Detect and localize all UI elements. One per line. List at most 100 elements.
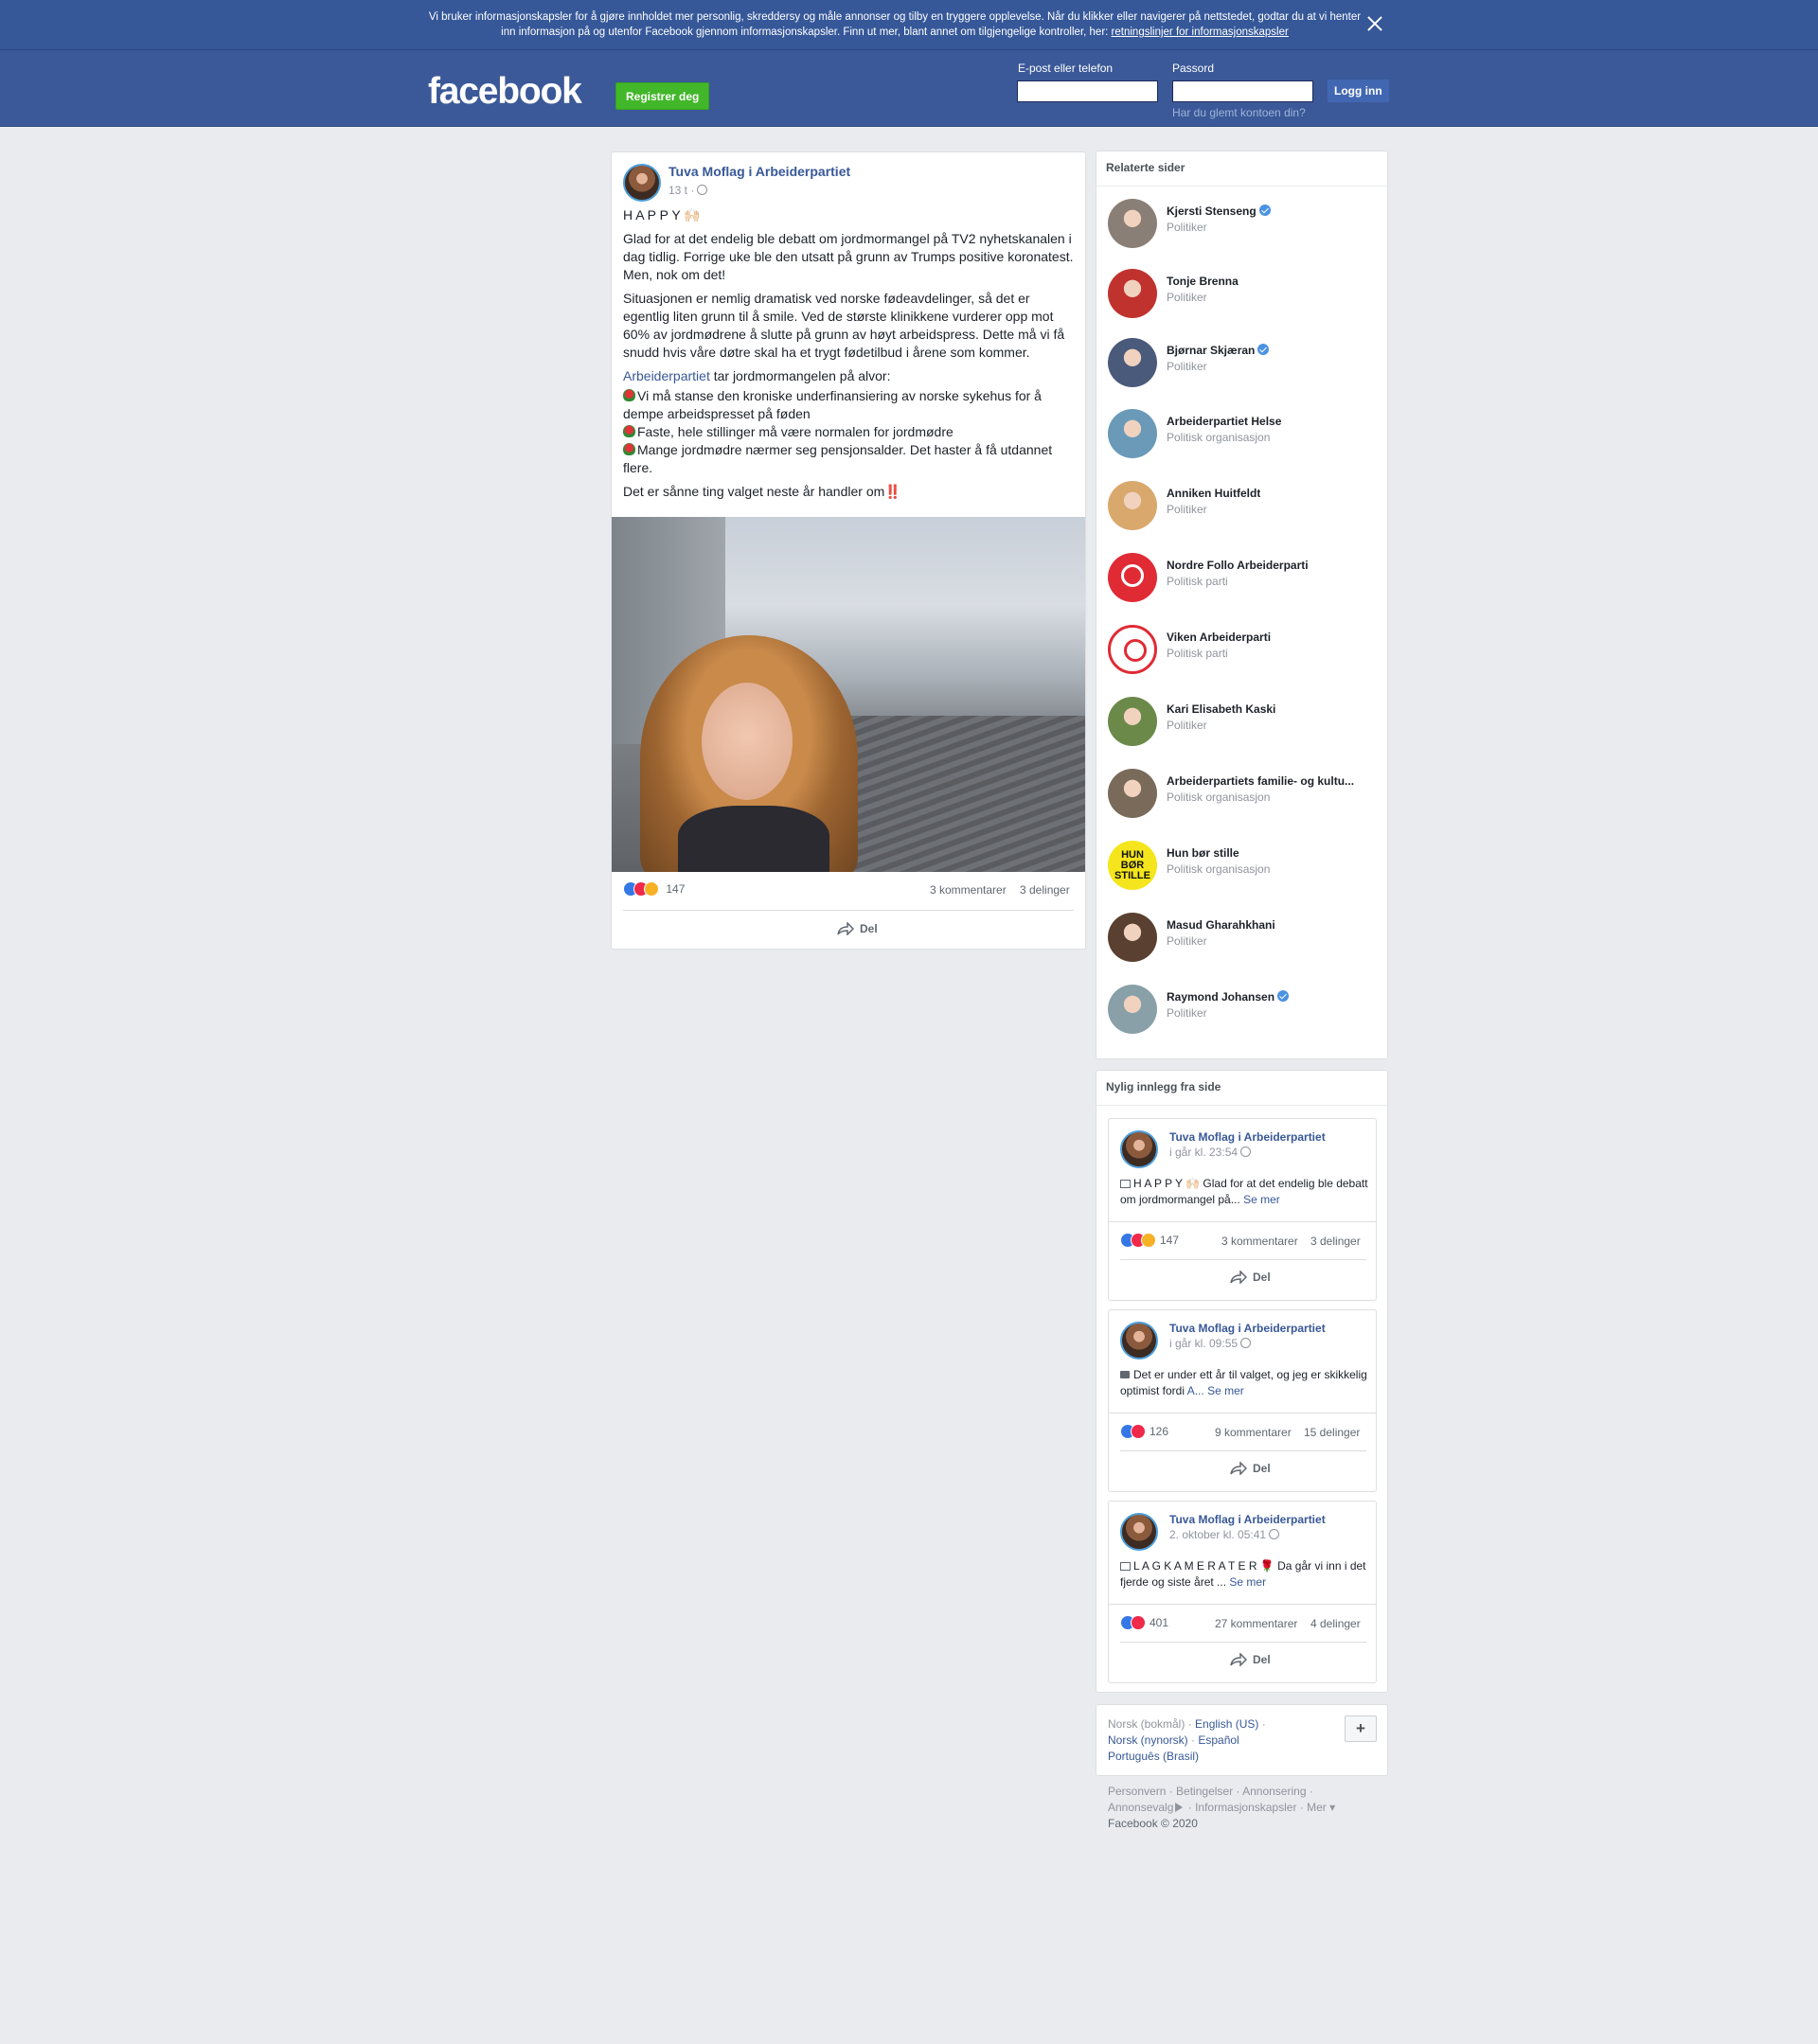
page-avatar[interactable] xyxy=(1108,409,1157,458)
share-button[interactable]: Del xyxy=(837,922,878,935)
page-name[interactable]: Tonje Brenna xyxy=(1167,275,1239,288)
rose-logo-icon xyxy=(1124,639,1147,662)
author-avatar[interactable] xyxy=(623,164,661,202)
reaction-summary[interactable]: 126 xyxy=(1120,1424,1168,1439)
page-name[interactable]: Viken Arbeiderparti xyxy=(1167,631,1271,644)
post-author[interactable]: Tuva Moflag i Arbeiderpartiet xyxy=(668,164,850,179)
related-page-item[interactable]: Masud Gharahkhani Politiker xyxy=(1108,913,1382,966)
share-button[interactable]: Del xyxy=(1230,1462,1271,1475)
related-page-item[interactable]: Anniken Huitfeldt Politiker xyxy=(1108,481,1382,534)
photo-face xyxy=(702,683,793,800)
page-avatar[interactable] xyxy=(1108,481,1157,530)
footer-link-adchoices[interactable]: Annonsevalg xyxy=(1108,1801,1173,1814)
footer-link-cookies[interactable]: Informasjonskapsler xyxy=(1195,1801,1296,1814)
post-author[interactable]: Tuva Moflag i Arbeiderpartiet xyxy=(1169,1130,1326,1144)
page-name[interactable]: Masud Gharahkhani xyxy=(1167,918,1275,932)
bullet-item: Mange jordmødre nærmer seg pensjonsalder… xyxy=(623,442,1053,475)
author-avatar[interactable] xyxy=(1120,1513,1158,1551)
verified-badge-icon xyxy=(1258,204,1271,216)
related-page-item[interactable]: Raymond Johansen Politiker xyxy=(1108,985,1382,1038)
see-more-link[interactable]: Se mer xyxy=(1207,1384,1244,1397)
reaction-summary[interactable]: 147 xyxy=(1120,1233,1179,1248)
share-count[interactable]: 3 delinger xyxy=(1310,1235,1361,1248)
page-avatar[interactable]: HUN BØR STILLE xyxy=(1108,841,1157,890)
recent-post[interactable]: Tuva Moflag i Arbeiderpartiet i går kl. … xyxy=(1108,1309,1377,1492)
recent-posts: Nylig innlegg fra side Tuva Moflag i Arb… xyxy=(1096,1070,1388,1693)
post-timestamp[interactable]: 13 t · xyxy=(668,184,708,197)
page-avatar[interactable] xyxy=(1108,697,1157,746)
author-avatar[interactable] xyxy=(1120,1322,1158,1360)
related-page-item[interactable]: Arbeiderpartiet Helse Politisk organisasj… xyxy=(1108,409,1382,462)
footer-link-terms[interactable]: Betingelser xyxy=(1176,1785,1233,1798)
post-timestamp[interactable]: i går kl. 09:55 xyxy=(1169,1337,1252,1350)
page-name[interactable]: Raymond Johansen xyxy=(1167,990,1290,1004)
bullet-item: Vi må stanse den kroniske underfinansier… xyxy=(623,388,1042,421)
footer-link-privacy[interactable]: Personvern xyxy=(1108,1785,1166,1798)
comment-count[interactable]: 9 kommentarer xyxy=(1215,1426,1292,1439)
page-avatar[interactable] xyxy=(1108,985,1157,1034)
related-page-item[interactable]: Arbeiderpartiets familie- og kultu... Pol… xyxy=(1108,769,1382,822)
forgot-account-link[interactable]: Har du glemt kontoen din? xyxy=(1172,106,1306,119)
post-timestamp[interactable]: i går kl. 23:54 xyxy=(1169,1146,1252,1159)
footer-link-advertising[interactable]: Annonsering xyxy=(1242,1785,1306,1798)
page-avatar[interactable] xyxy=(1108,338,1157,387)
language-option[interactable]: English (US) xyxy=(1195,1717,1258,1731)
page-name[interactable]: Anniken Huitfeldt xyxy=(1167,487,1260,500)
page-name[interactable]: Nordre Follo Arbeiderparti xyxy=(1167,559,1309,572)
footer-link-more[interactable]: Mer xyxy=(1307,1801,1327,1814)
page-avatar[interactable] xyxy=(1108,553,1157,602)
share-count[interactable]: 3 delinger xyxy=(1020,883,1070,897)
post-timestamp[interactable]: 2. oktober kl. 05:41 xyxy=(1169,1528,1280,1541)
reaction-summary[interactable]: 147 xyxy=(623,881,685,897)
related-page-item[interactable]: Kari Elisabeth Kaski Politiker xyxy=(1108,697,1382,750)
page-name[interactable]: Bjørnar Skjæran xyxy=(1167,344,1270,357)
related-page-item[interactable]: Bjørnar Skjæran Politiker xyxy=(1108,338,1382,391)
page-avatar[interactable] xyxy=(1108,769,1157,818)
see-more-link[interactable]: Se mer xyxy=(1229,1575,1266,1589)
more-languages-button[interactable]: + xyxy=(1345,1715,1377,1742)
post-photo[interactable] xyxy=(612,517,1085,872)
page-name[interactable]: Hun bør stille xyxy=(1167,846,1239,860)
post-author[interactable]: Tuva Moflag i Arbeiderpartiet xyxy=(1169,1322,1326,1335)
page-avatar[interactable] xyxy=(1108,625,1157,674)
related-page-item[interactable]: Nordre Follo Arbeiderparti Politisk parti xyxy=(1108,553,1382,606)
page-name[interactable]: Arbeiderpartiet Helse xyxy=(1167,415,1281,428)
language-option[interactable]: Português (Brasil) xyxy=(1108,1750,1199,1763)
page-avatar[interactable] xyxy=(1108,269,1157,318)
see-more-link[interactable]: Se mer xyxy=(1243,1193,1280,1206)
divider xyxy=(1120,1642,1366,1643)
related-page-item[interactable]: HUN BØR STILLE Hun bør stille Politisk org… xyxy=(1108,841,1382,894)
facebook-logo[interactable]: facebook xyxy=(428,71,582,113)
related-page-item[interactable]: Kjersti Stenseng Politiker xyxy=(1108,199,1382,252)
comment-count[interactable]: 3 kommentarer xyxy=(930,883,1007,897)
recent-post[interactable]: Tuva Moflag i Arbeiderpartiet i går kl. … xyxy=(1108,1118,1377,1301)
arbeiderpartiet-link[interactable]: Arbeiderpartiet xyxy=(623,368,710,383)
close-icon[interactable] xyxy=(1364,12,1386,35)
page-avatar[interactable] xyxy=(1108,199,1157,248)
page-category: Politisk organisasjon xyxy=(1167,862,1271,876)
post-mention-link[interactable]: A... xyxy=(1187,1384,1204,1397)
page-name[interactable]: Arbeiderpartiets familie- og kultu... xyxy=(1167,774,1354,788)
reaction-summary[interactable]: 401 xyxy=(1120,1615,1168,1630)
language-option[interactable]: Español xyxy=(1198,1733,1239,1747)
author-avatar[interactable] xyxy=(1120,1130,1158,1168)
post-author[interactable]: Tuva Moflag i Arbeiderpartiet xyxy=(1169,1513,1326,1526)
password-field[interactable] xyxy=(1172,80,1313,102)
register-button[interactable]: Registrer deg xyxy=(615,82,710,110)
recent-post[interactable]: Tuva Moflag i Arbeiderpartiet 2. oktober… xyxy=(1108,1501,1377,1683)
related-page-item[interactable]: Tonje Brenna Politiker xyxy=(1108,269,1382,322)
related-page-item[interactable]: Viken Arbeiderparti Politisk parti xyxy=(1108,625,1382,678)
share-button[interactable]: Del xyxy=(1230,1653,1271,1666)
share-count[interactable]: 15 delinger xyxy=(1304,1426,1360,1439)
share-button[interactable]: Del xyxy=(1230,1271,1271,1284)
language-option[interactable]: Norsk (nynorsk) xyxy=(1108,1733,1188,1747)
login-button[interactable]: Logg inn xyxy=(1328,80,1389,102)
comment-count[interactable]: 3 kommentarer xyxy=(1221,1235,1298,1248)
share-count[interactable]: 4 delinger xyxy=(1310,1617,1361,1630)
email-field[interactable] xyxy=(1017,80,1158,102)
page-name[interactable]: Kari Elisabeth Kaski xyxy=(1167,702,1275,716)
page-name[interactable]: Kjersti Stenseng xyxy=(1167,204,1271,218)
comment-count[interactable]: 27 kommentarer xyxy=(1215,1617,1297,1630)
cookie-policy-link[interactable]: retningslinjer for informasjonskapsler xyxy=(1112,27,1289,38)
page-avatar[interactable] xyxy=(1108,913,1157,962)
